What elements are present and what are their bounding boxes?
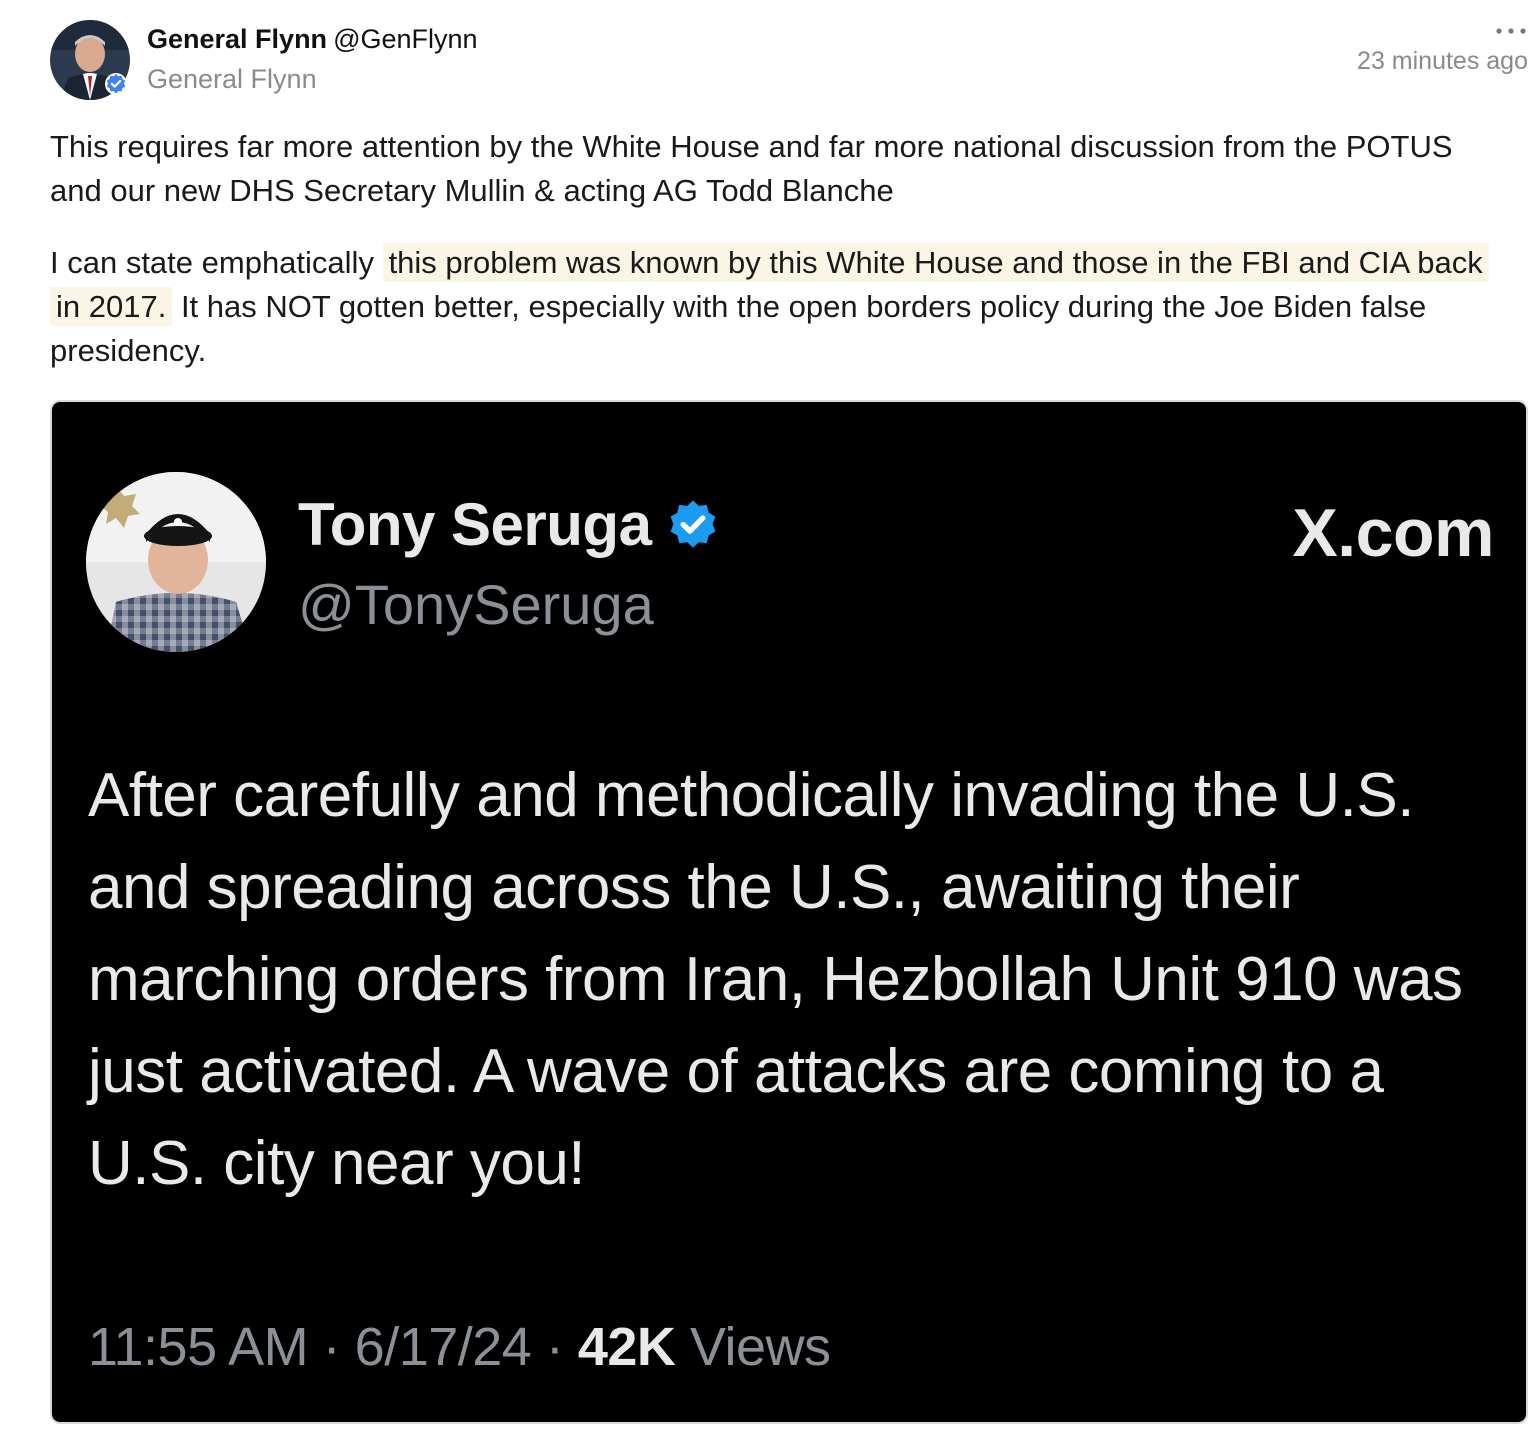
paragraph-2-prefix: I can state emphatically (50, 245, 383, 280)
embed-avatar (86, 472, 266, 652)
embed-tweet-meta: 11:55 AM · 6/17/24 · 42K Views (88, 1316, 831, 1378)
verified-badge-icon (105, 73, 127, 95)
embed-tweet-text: After carefully and methodically invadin… (88, 761, 1463, 1198)
embed-views-count: 42K (577, 1317, 676, 1377)
verified-badge-icon (671, 500, 716, 548)
post-paragraph-1: This requires far more attention by the … (50, 129, 1453, 208)
author-name[interactable]: General Flynn (147, 24, 327, 54)
paragraph-2-suffix: It has NOT gotten better, especially wit… (50, 289, 1427, 368)
embedded-image[interactable]: Tony Seruga @TonySeruga X.com After care… (50, 400, 1528, 1424)
author-subtitle: General Flynn (147, 64, 317, 94)
embed-views-label: Views (689, 1317, 831, 1377)
meta-separator: · (322, 1317, 341, 1377)
more-horizontal-icon[interactable] (1494, 24, 1528, 38)
embed-date: 6/17/24 (354, 1317, 532, 1377)
embed-time: 11:55 AM (88, 1317, 309, 1377)
post-paragraph-2: I can state emphatically this problem wa… (50, 241, 1490, 373)
author-handle[interactable]: @GenFlynn (333, 24, 477, 54)
embed-name-row: Tony Seruga (298, 490, 721, 559)
post-timestamp[interactable]: 23 minutes ago (1357, 47, 1528, 76)
author-line: General Flynn @GenFlynn (147, 24, 478, 55)
meta-separator: · (545, 1317, 564, 1377)
post-card: General Flynn @GenFlynn General Flynn 23 … (0, 0, 1540, 1440)
embed-author-handle: @TonySeruga (298, 573, 654, 636)
embed-brand-logo: X.com (1292, 495, 1494, 571)
embed-author-name: Tony Seruga (298, 491, 652, 558)
